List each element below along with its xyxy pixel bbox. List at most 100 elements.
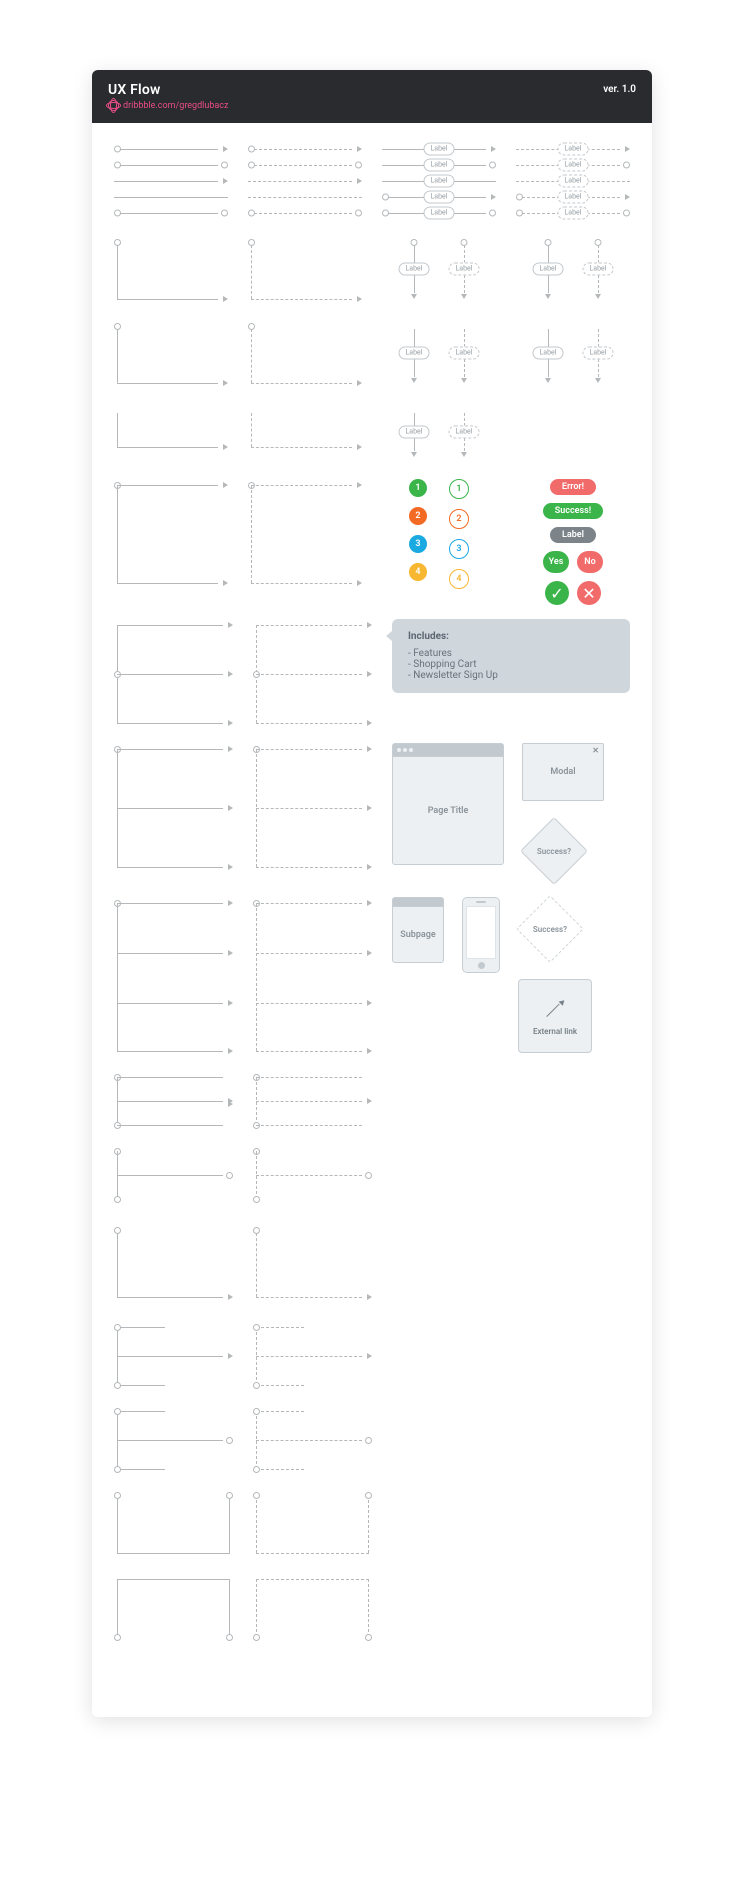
l-drop-dashed-small xyxy=(248,407,362,457)
arrow-solid-dot-arrow xyxy=(114,145,228,153)
arrow-solid-label-dotdot: Label xyxy=(382,209,496,217)
external-arrow-icon xyxy=(543,997,567,1021)
arrow-solid-dotdot xyxy=(114,209,228,217)
decision-diamond-solid: Success? xyxy=(522,819,586,883)
u-return-down-solid xyxy=(114,1489,233,1559)
l-drop-solid-round xyxy=(114,323,228,393)
l-drop-dashed-round xyxy=(248,323,362,393)
u-return-up-dashed xyxy=(253,1573,372,1643)
phone-screen xyxy=(466,906,496,959)
v-arrow-dashed-label: Label xyxy=(445,239,483,299)
collect-2-dot-dashed xyxy=(253,1405,372,1475)
modal-wireframe: ✕ Modal xyxy=(522,743,604,801)
branch-3-top-dashed xyxy=(253,743,372,873)
ux-flow-kit-card: UX Flow dribbble.com/gregdlubacz ver. 1.… xyxy=(92,70,652,1717)
collect-2-arrow-solid xyxy=(114,1321,233,1391)
includes-note: Includes: Features Shopping Cart Newslet… xyxy=(392,619,630,693)
row-u-return-up xyxy=(114,1573,630,1643)
branch-3-top-solid xyxy=(114,743,233,873)
arrow-solid-plain xyxy=(114,193,228,201)
arrow-solid-label-dot: Label xyxy=(382,161,496,169)
v-arrow-solid-label-2: Label xyxy=(529,239,567,299)
branch-4-dashed xyxy=(253,897,372,1057)
v-arrow-solid-label-4: Label xyxy=(529,323,567,383)
note-title: Includes: xyxy=(408,631,614,642)
row-collect-2-to-arrow xyxy=(114,1321,630,1391)
row-l-drop-pair-2 xyxy=(114,1227,630,1307)
note-item: Shopping Cart xyxy=(408,659,614,670)
arrow-dashed-dotdot xyxy=(248,209,362,217)
converge-2-solid xyxy=(114,1071,233,1131)
l-drop-dashed xyxy=(248,239,362,309)
external-link-tile: External link xyxy=(518,979,592,1053)
row-converge-2-dots xyxy=(114,1071,630,1131)
arrow-dashed-plain xyxy=(248,193,362,201)
l-drop-solid-small xyxy=(114,407,228,457)
converge-2-dashed xyxy=(253,1071,372,1131)
branch-3-mid-dashed xyxy=(253,619,372,729)
subpage-wireframe: Subpage xyxy=(392,897,444,963)
converge-2-to-dot-solid xyxy=(114,1145,233,1205)
v-arrow-dashed-label-3: Label xyxy=(445,323,483,383)
subpage-label: Subpage xyxy=(400,907,435,962)
badge-2-outline: 2 xyxy=(449,509,469,529)
l-drop-solid xyxy=(114,239,228,309)
numbered-badges-filled: 1 2 3 4 xyxy=(409,479,427,589)
browser-page-title: Page Title xyxy=(393,757,503,864)
u-return-up-solid xyxy=(114,1573,233,1643)
converge-2-to-dot-dashed xyxy=(253,1145,372,1205)
v-arrow-solid-label-5: Label xyxy=(395,407,433,457)
numbered-badges-outline: 1 2 3 4 xyxy=(449,479,469,589)
l-drop-solid-2 xyxy=(114,1227,233,1307)
pill-no: No xyxy=(577,551,603,573)
arrow-dashed-label-dot2: Label xyxy=(516,193,630,201)
circle-cross-icon: ✕ xyxy=(577,581,601,605)
arrow-solid-label-dot2: Label xyxy=(382,193,496,201)
collect-2-dot-solid xyxy=(114,1405,233,1475)
arrow-dashed-label-dotdot: Label xyxy=(516,209,630,217)
row-horizontal-arrows: Label Label Label Label Label Label Labe… xyxy=(114,145,630,217)
external-label: External link xyxy=(533,1027,577,1036)
note-item: Features xyxy=(408,648,614,659)
browser-wireframe: Page Title xyxy=(392,743,504,865)
note-item: Newsletter Sign Up xyxy=(408,670,614,681)
row-u-return-down xyxy=(114,1489,630,1559)
note-list: Features Shopping Cart Newsletter Sign U… xyxy=(408,648,614,681)
phone-home-button-icon xyxy=(478,962,485,969)
row-collect-2-to-dot xyxy=(114,1405,630,1475)
arrow-dashed-arrow xyxy=(248,177,362,185)
status-pills: Error! Success! Label Yes No ✓ ✕ xyxy=(516,479,630,605)
row-rounded-l-and-vertical-2: Label Label Label Label xyxy=(114,323,630,393)
arrow-solid-dot-dot xyxy=(114,161,228,169)
v-arrow-dashed-label-5: Label xyxy=(445,407,483,457)
author-link[interactable]: dribbble.com/gregdlubacz xyxy=(108,100,228,111)
arrow-solid-arrow xyxy=(114,177,228,185)
arrow-dashed-label-dot: Label xyxy=(516,161,630,169)
row-branch2-and-badges: 1 2 3 4 1 2 3 4 Error! Success! Label xyxy=(114,479,630,605)
badge-1-outline: 1 xyxy=(449,479,469,499)
modal-close-icon: ✕ xyxy=(592,746,599,755)
phone-speaker-icon xyxy=(476,901,486,903)
pill-yes: Yes xyxy=(543,551,569,573)
v-arrow-dashed-label-4: Label xyxy=(579,323,617,383)
arrow-solid-label-arrow: Label xyxy=(382,145,496,153)
row-l-drops-and-vertical: Label Label Label Label xyxy=(114,239,630,309)
l-drop-dashed-2 xyxy=(253,1227,372,1307)
v-arrow-solid-label: Label xyxy=(395,239,433,299)
modal-label: Modal xyxy=(550,767,575,777)
arrow-dashed-dot-dot xyxy=(248,161,362,169)
collect-2-arrow-dashed xyxy=(253,1321,372,1391)
arrow-dashed-label: Label xyxy=(516,177,630,185)
phone-wireframe xyxy=(462,897,500,973)
row-branch3-mid-and-note: Includes: Features Shopping Cart Newslet… xyxy=(114,619,630,729)
status-label: Label xyxy=(550,527,596,543)
kit-title: UX Flow xyxy=(108,82,228,98)
row-branch4-and-subpage: Subpage Success? External link xyxy=(114,897,630,1057)
branch-3-mid-solid xyxy=(114,619,233,729)
row-converge-2-to-dot xyxy=(114,1145,630,1205)
branch-2-dashed xyxy=(248,479,362,589)
decision-diamond-dashed: Success? xyxy=(518,897,582,961)
badge-3-filled: 3 xyxy=(409,535,427,553)
v-arrow-dashed-label-2: Label xyxy=(579,239,617,299)
badge-4-filled: 4 xyxy=(409,563,427,581)
